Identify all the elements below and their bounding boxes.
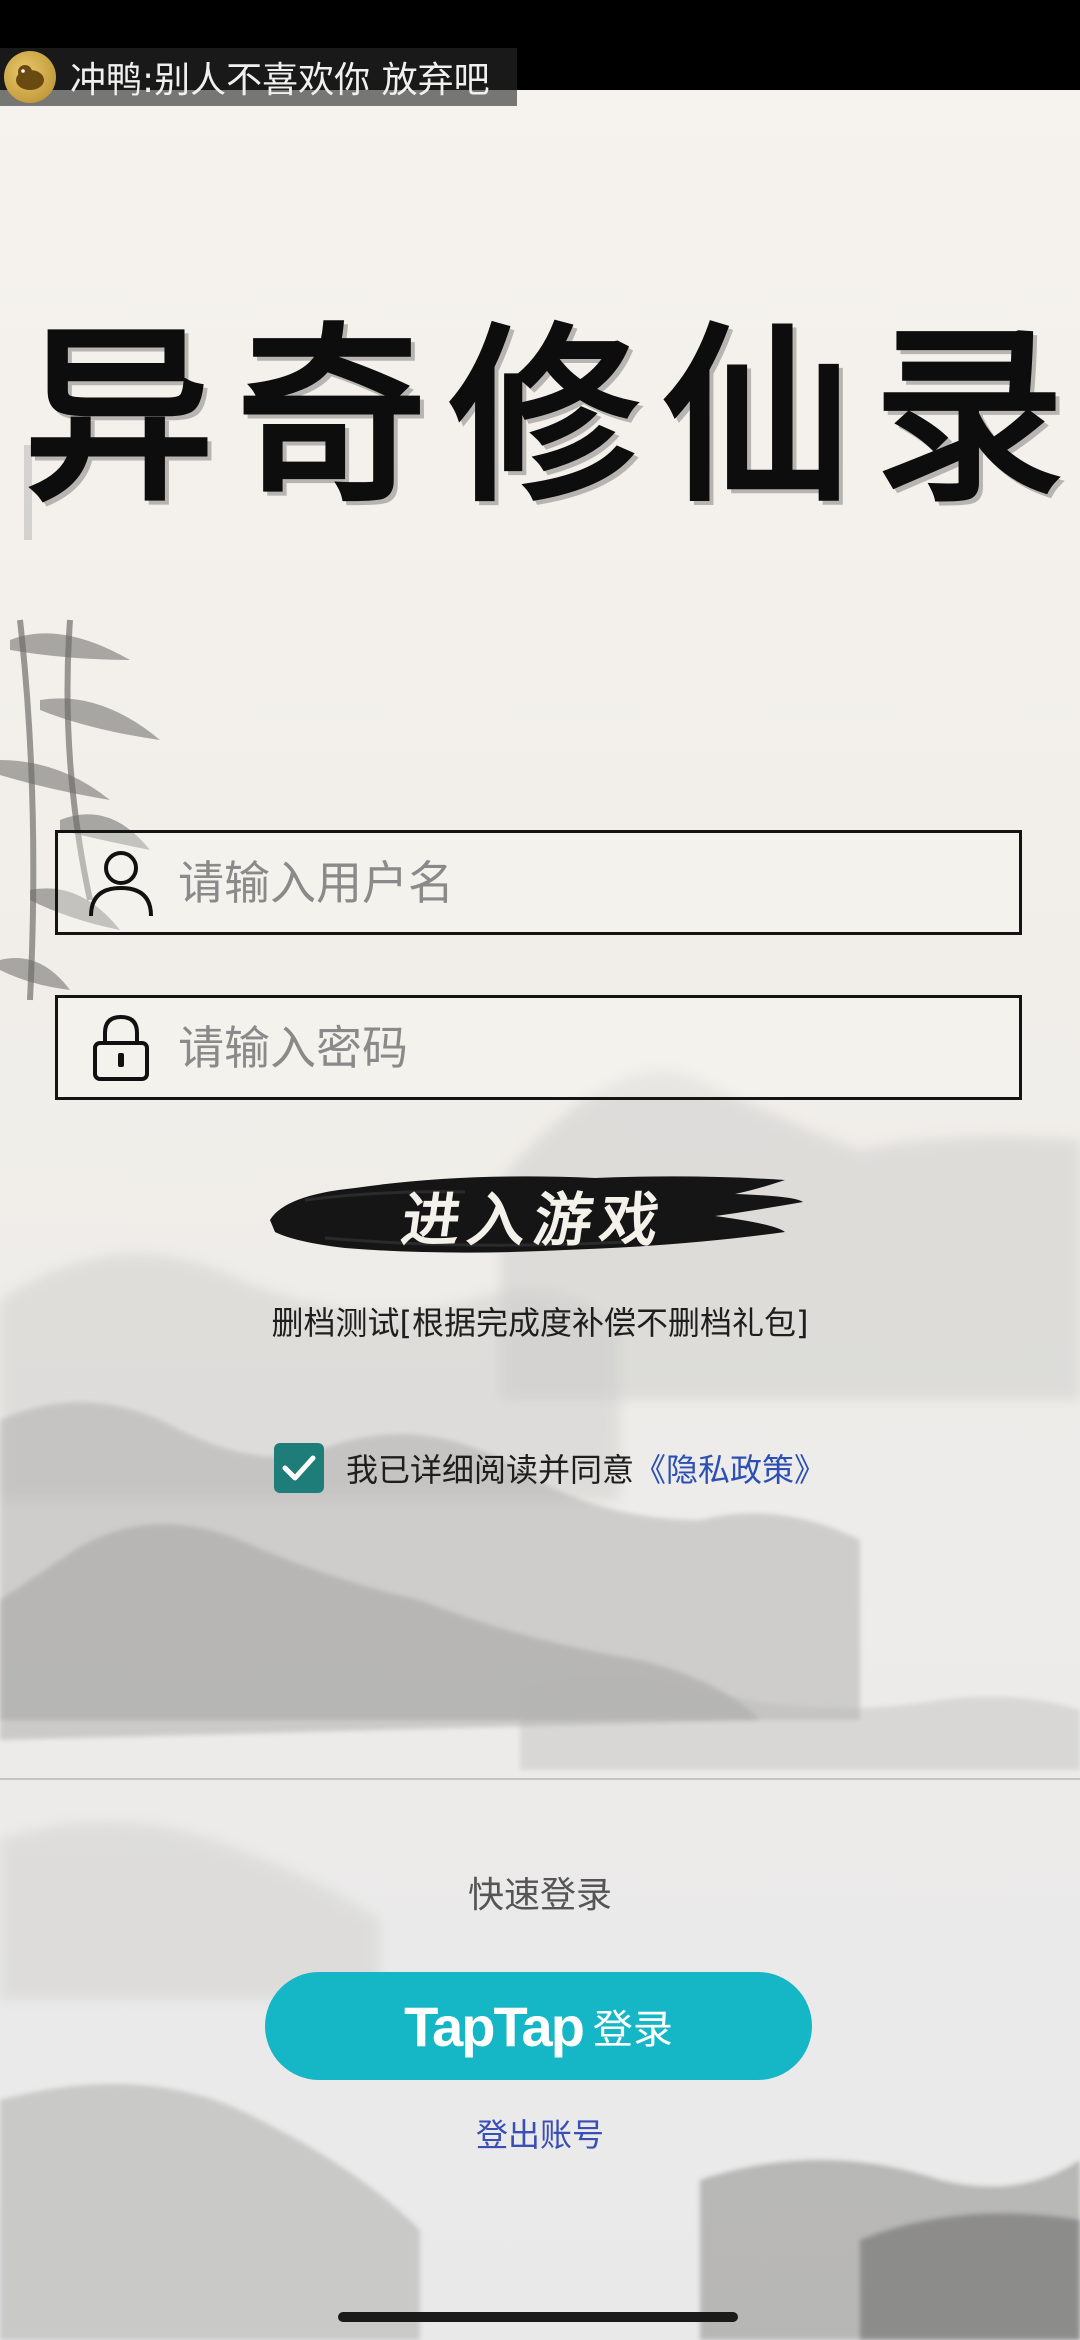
password-input[interactable] — [176, 1019, 980, 1076]
agreement-label: 我已详细阅读并同意 — [346, 1451, 635, 1489]
username-field[interactable] — [55, 830, 1022, 935]
logout-link[interactable]: 登出账号 — [0, 2110, 1080, 2156]
taptap-login-button[interactable]: TapTap 登录 — [265, 1972, 812, 2080]
title-char: 异 — [24, 304, 215, 528]
username-input[interactable] — [176, 854, 980, 911]
home-indicator[interactable] — [338, 2312, 738, 2322]
lock-icon — [86, 1013, 156, 1083]
title-char: 录 — [873, 304, 1064, 528]
password-field[interactable] — [55, 995, 1022, 1100]
game-title: 异 奇 修 仙 录 — [24, 285, 1064, 528]
checkmark-icon — [282, 1455, 316, 1481]
notification-banner[interactable]: 冲鸭:别人不喜欢你 放弃吧 — [0, 48, 517, 106]
quick-login-heading: 快速登录 — [467, 1875, 612, 1916]
section-divider — [0, 1778, 1080, 1780]
privacy-policy-link[interactable]: 《隐私政策》 — [634, 1451, 826, 1489]
taptap-login-label: 登录 — [592, 2007, 673, 2053]
enter-game-label: 进入游戏 — [397, 1186, 672, 1254]
privacy-agreement: 我已详细阅读并同意《隐私政策》 — [274, 1443, 826, 1493]
duck-avatar-icon — [4, 51, 56, 103]
taptap-logo: TapTap — [404, 1994, 585, 2058]
notification-text: 冲鸭:别人不喜欢你 放弃吧 — [70, 60, 490, 101]
title-char: 奇 — [236, 304, 427, 528]
title-char: 修 — [448, 304, 639, 528]
login-screen: 冲鸭:别人不喜欢你 放弃吧 异 奇 修 仙 录 请输入用户名 进入游戏 删档测试… — [0, 0, 1080, 2340]
user-icon — [86, 848, 156, 918]
agree-checkbox[interactable] — [274, 1443, 324, 1493]
agreement-text: 我已详细阅读并同意《隐私政策》 — [346, 1445, 826, 1491]
enter-game-button[interactable]: 进入游戏 — [265, 1160, 805, 1270]
title-char: 仙 — [661, 304, 852, 528]
test-notice: 删档测试[根据完成度补偿不删档礼包] — [271, 1304, 809, 1342]
